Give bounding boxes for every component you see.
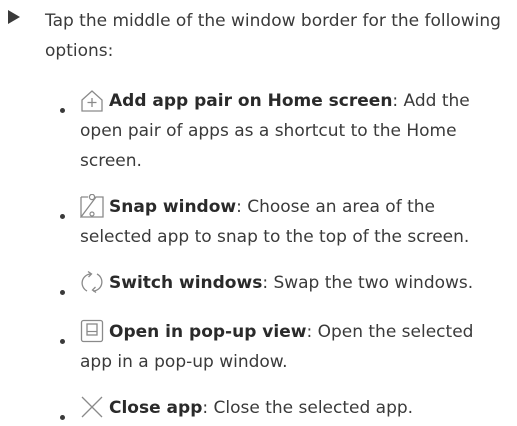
bullet-dot	[60, 339, 65, 344]
bullet-dot	[60, 214, 65, 219]
option-text: Open in pop-up view: Open the selected a…	[80, 317, 510, 377]
bullet-dot	[60, 290, 65, 295]
triangle-bullet-icon	[8, 10, 20, 24]
option-description: : Close the selected app.	[202, 398, 414, 418]
option-description: : Swap the two windows.	[262, 273, 474, 293]
option-title: Close app	[109, 398, 203, 418]
bullet-dot	[60, 108, 65, 113]
option-title: Open in pop-up view	[109, 322, 307, 342]
option-text: Close app: Close the selected app.	[80, 393, 510, 423]
option-text: Snap window: Choose an area of the selec…	[80, 192, 510, 252]
option-title: Switch windows	[109, 273, 263, 293]
option-text: Add app pair on Home screen: Add the ope…	[80, 86, 510, 176]
option-title: Snap window	[109, 197, 237, 217]
option-title: Add app pair on Home screen	[109, 91, 393, 111]
option-text: Switch windows: Swap the two windows.	[80, 268, 510, 298]
intro-text: Tap the middle of the window border for …	[45, 11, 501, 61]
bullet-dot	[60, 415, 65, 420]
